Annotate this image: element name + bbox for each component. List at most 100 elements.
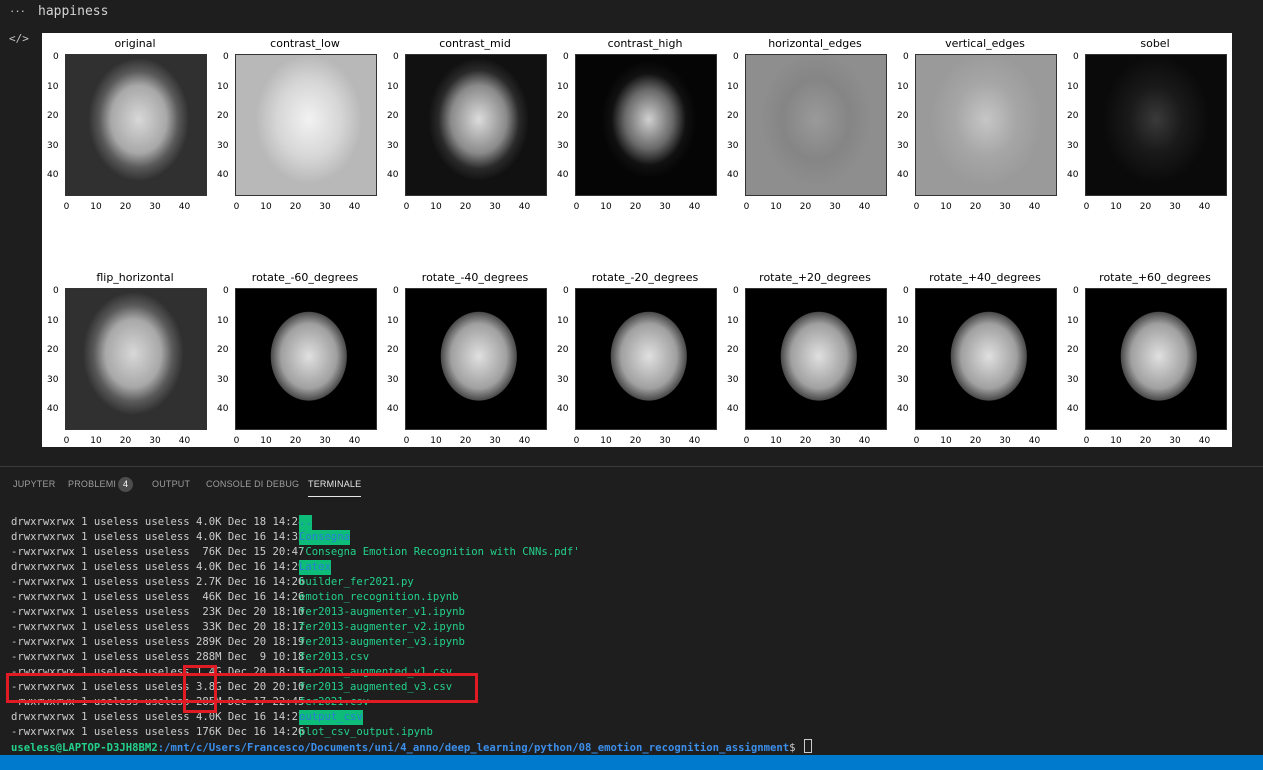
x-tick-label: 30 (149, 202, 161, 212)
annotation-box-row (6, 673, 478, 703)
y-tick-label: 40 (47, 404, 59, 414)
y-tick-label: 40 (897, 170, 909, 180)
terminal-filename: plot_csv_output.ipynb (299, 726, 433, 738)
panel-separator (0, 466, 1263, 467)
tab-debug-console[interactable]: CONSOLE DI DEBUG (206, 479, 299, 489)
y-tick-label: 20 (727, 111, 739, 121)
x-tick-label: 30 (149, 436, 161, 446)
x-tick-label: 40 (1028, 202, 1041, 212)
x-tick-label: 40 (688, 202, 701, 212)
x-tick-label: 30 (659, 436, 671, 446)
prompt-symbol: $ (789, 742, 802, 754)
terminal-cursor (803, 739, 812, 753)
subplot-title: rotate_-40_degrees (421, 271, 529, 284)
x-tick-label: 20 (799, 436, 812, 446)
y-tick-label: 20 (47, 345, 59, 355)
terminal-prompt[interactable]: useless@LAPTOP-D3JH8BM2:/mnt/c/Users/Fra… (11, 739, 812, 756)
face-image (915, 54, 1057, 196)
terminal-filename: fer2013.csv (299, 651, 370, 663)
y-tick-label: 10 (47, 81, 59, 92)
panel-tab-bar: JUPYTER PROBLEMI 4 OUTPUT CONSOLE DI DEB… (0, 472, 1263, 498)
y-tick-label: 0 (903, 286, 909, 296)
terminal-line: -rwxrwxrwx 1 useless useless 176K Dec 16… (11, 726, 311, 738)
subplot-contrast-mid: contrast_mid 0 10 20 30 40 0 10 20 30 40 (382, 37, 547, 212)
subplot-title: original (114, 37, 156, 50)
code-toggle-icon[interactable]: </> (9, 32, 29, 45)
subplot-title: vertical_edges (945, 37, 1025, 50)
x-tick-label: 10 (90, 436, 102, 446)
y-tick-label: 20 (557, 111, 569, 121)
x-tick-label: 40 (348, 436, 361, 446)
face-image (575, 288, 717, 430)
x-tick-label: 0 (63, 202, 70, 212)
problems-count-badge: 4 (118, 477, 133, 492)
x-tick-label: 30 (659, 202, 671, 212)
y-tick-label: 30 (727, 374, 739, 385)
y-tick-label: 0 (223, 52, 229, 62)
x-tick-label: 20 (119, 202, 132, 212)
terminal-filename: Latex (299, 560, 331, 575)
face-image (405, 54, 547, 196)
annotation-box-size (183, 665, 217, 713)
x-tick-label: 10 (770, 202, 782, 212)
x-tick-label: 0 (913, 436, 920, 446)
face-image (745, 54, 887, 196)
y-tick-label: 10 (1067, 81, 1079, 92)
y-tick-label: 40 (727, 170, 739, 180)
terminal-line: -rwxrwxrwx 1 useless useless 76K Dec 15 … (11, 546, 311, 558)
subplot-title: contrast_low (270, 37, 340, 50)
y-tick-label: 30 (47, 374, 59, 385)
more-actions-icon[interactable]: ··· (10, 3, 26, 18)
terminal-line: -rwxrwxrwx 1 useless useless 23K Dec 20 … (11, 606, 311, 618)
y-tick-label: 0 (53, 52, 59, 62)
y-tick-label: 30 (387, 140, 399, 151)
y-tick-label: 20 (557, 345, 569, 355)
y-tick-label: 30 (217, 140, 229, 151)
x-tick-label: 40 (1028, 436, 1041, 446)
terminal-line: -rwxrwxrwx 1 useless useless 288M Dec 9 … (11, 651, 311, 663)
y-tick-label: 10 (557, 81, 569, 92)
tab-output[interactable]: OUTPUT (152, 479, 190, 489)
y-tick-label: 0 (393, 52, 399, 62)
x-tick-label: 20 (119, 436, 132, 446)
subplot-title: sobel (1140, 37, 1170, 50)
tab-terminal[interactable]: TERMINALE (308, 479, 362, 497)
face-image (575, 54, 717, 196)
x-tick-label: 0 (233, 436, 240, 446)
y-tick-label: 10 (557, 315, 569, 326)
subplot-vertical-edges: vertical_edges 0 10 20 30 40 0 10 20 30 40 (892, 37, 1057, 212)
subplot-rotate-40-degrees: rotate_-40_degrees 0 10 20 30 40 0 10 20 30 40 (382, 271, 547, 446)
y-tick-label: 30 (47, 140, 59, 151)
y-tick-label: 10 (217, 81, 229, 92)
subplot-title: contrast_high (607, 37, 683, 50)
y-tick-label: 0 (1073, 286, 1079, 296)
y-tick-label: 10 (47, 315, 59, 326)
x-tick-label: 20 (459, 202, 472, 212)
x-tick-label: 40 (688, 436, 701, 446)
x-tick-label: 0 (743, 202, 750, 212)
subplot-title: rotate_+20_degrees (759, 271, 871, 284)
x-tick-label: 0 (63, 436, 70, 446)
subplot-title: contrast_mid (439, 37, 511, 50)
y-tick-label: 10 (217, 315, 229, 326)
y-tick-label: 10 (387, 81, 399, 92)
terminal-line: drwxrwxrwx 1 useless useless 4.0K Dec 18… (11, 516, 311, 528)
y-tick-label: 30 (897, 374, 909, 385)
y-tick-label: 40 (727, 404, 739, 414)
subplot-rotate-60-degrees: rotate_+60_degrees 0 10 20 30 40 0 10 20 30 40 (1062, 271, 1227, 446)
subplot-title: rotate_-60_degrees (251, 271, 359, 284)
y-tick-label: 0 (903, 52, 909, 62)
terminal-filename: output_csv (299, 710, 363, 725)
y-tick-label: 10 (1067, 315, 1079, 326)
y-tick-label: 20 (1067, 111, 1079, 121)
x-tick-label: 0 (403, 436, 410, 446)
x-tick-label: 10 (600, 202, 612, 212)
x-tick-label: 40 (858, 436, 871, 446)
face-image (915, 288, 1057, 430)
x-tick-label: 10 (1110, 436, 1122, 446)
subplot-title: flip_horizontal (96, 271, 174, 284)
tab-problems[interactable]: PROBLEMI (68, 479, 116, 489)
terminal-filename: fer2013-augmenter_v1.ipynb (299, 606, 465, 618)
x-tick-label: 0 (573, 436, 580, 446)
tab-jupyter[interactable]: JUPYTER (13, 479, 55, 489)
